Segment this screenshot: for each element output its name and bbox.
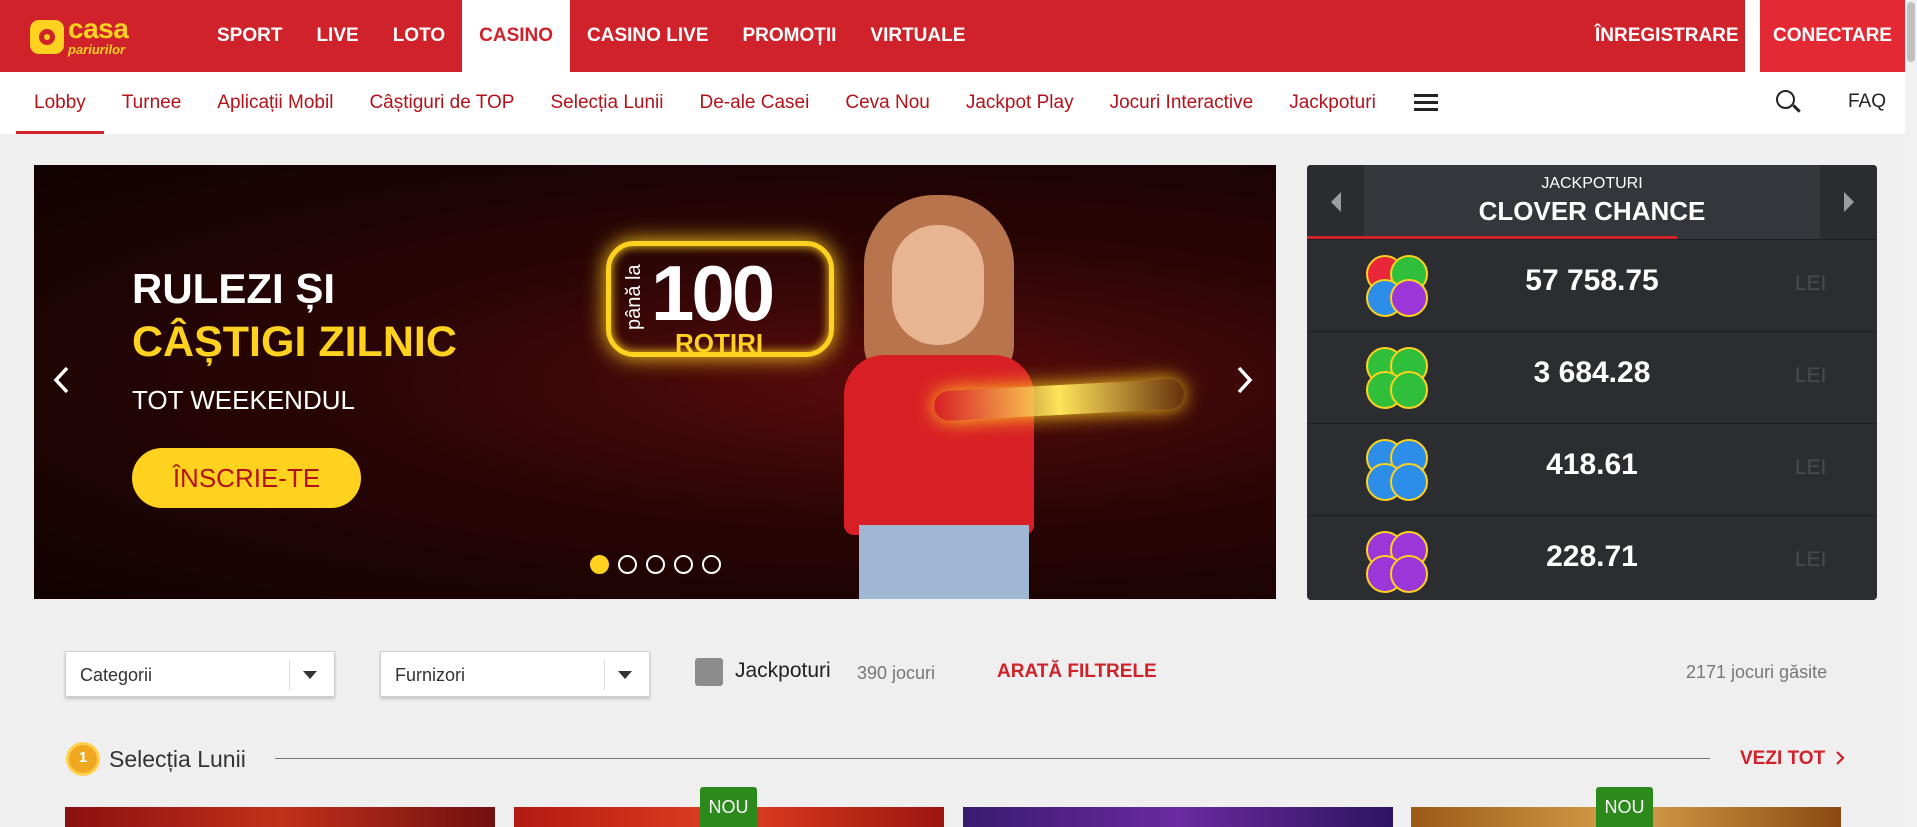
games-found-count: 2171 jocuri găsite: [1686, 662, 1828, 682]
jackpot-currency: LEI: [1795, 548, 1827, 571]
categories-value: Categorii: [80, 665, 153, 685]
new-badge: NOU: [700, 787, 757, 827]
topbar-divider: [1745, 0, 1760, 72]
jackpot-amount: 3 684.28: [1533, 356, 1651, 389]
promo-number: 100: [651, 249, 775, 337]
signup-button[interactable]: ÎNSCRIE-TE: [132, 448, 361, 508]
top-bar: casa pariurilor SPORT LIVE LOTO CASINO C…: [0, 0, 1905, 72]
categories-dropdown[interactable]: Categorii: [65, 651, 335, 697]
tab-selectia-lunii[interactable]: Selecția Lunii: [532, 72, 681, 134]
tab-jackpoturi[interactable]: Jackpoturi: [1271, 72, 1394, 134]
carousel-dot[interactable]: [590, 555, 609, 574]
hero-title-line1: RULEZI ȘI: [132, 265, 336, 312]
hero-banner[interactable]: RULEZI ȘI CÂȘTIGI ZILNIC TOT WEEKENDUL Î…: [34, 165, 1276, 599]
hero-subtitle: TOT WEEKENDUL: [132, 385, 355, 415]
carousel-dot[interactable]: [618, 555, 637, 574]
providers-dropdown[interactable]: Furnizori: [380, 651, 650, 697]
main-nav: SPORT LIVE LOTO CASINO CASINO LIVE PROMO…: [200, 0, 982, 72]
jackpot-currency: LEI: [1795, 272, 1827, 295]
see-all-link[interactable]: VEZI TOT: [1740, 748, 1846, 770]
jackpot-amount: 57 758.75: [1525, 264, 1659, 297]
logo-subtext: pariurilor: [68, 42, 126, 57]
tab-ceva-nou[interactable]: Ceva Nou: [827, 72, 948, 134]
nav-sport[interactable]: SPORT: [200, 0, 299, 72]
logo-icon: [30, 20, 64, 54]
nav-live[interactable]: LIVE: [299, 0, 375, 72]
register-button[interactable]: ÎNREGISTRARE: [1595, 0, 1739, 72]
jackpot-amount: 228.71: [1546, 540, 1638, 573]
nav-loto[interactable]: LOTO: [376, 0, 462, 72]
nav-casino-live[interactable]: CASINO LIVE: [570, 0, 725, 72]
jackpot-checkbox-label[interactable]: Jackpoturi: [735, 659, 831, 683]
caret-down-icon: [303, 671, 317, 679]
jackpot-title: CLOVER CHANCE: [1478, 196, 1706, 226]
nav-virtuale[interactable]: VIRTUALE: [853, 0, 982, 72]
medal-icon: 1: [66, 742, 100, 776]
jackpot-row: 228.71 LEI: [1307, 515, 1877, 600]
carousel-dot[interactable]: [702, 555, 721, 574]
carousel-dot[interactable]: [674, 555, 693, 574]
chevron-right-icon[interactable]: [1234, 365, 1254, 395]
providers-value: Furnizori: [395, 665, 466, 685]
tab-jocuri-interactive[interactable]: Jocuri Interactive: [1092, 72, 1272, 134]
scrollbar[interactable]: [1905, 0, 1917, 827]
show-filters-button[interactable]: ARATĂ FILTRELE: [997, 661, 1157, 683]
promo-badge: până la 100 ROTIRI: [606, 241, 834, 358]
section-divider: [275, 758, 1710, 759]
logo[interactable]: casa pariurilor: [30, 13, 150, 57]
jackpot-currency: LEI: [1795, 364, 1827, 387]
login-button[interactable]: CONECTARE: [1760, 0, 1905, 72]
carousel-dots: [590, 555, 721, 574]
faq-link[interactable]: FAQ: [1848, 91, 1886, 113]
game-tile[interactable]: [963, 807, 1393, 827]
section-title: Selecția Lunii: [109, 746, 246, 772]
jackpot-amount: 418.61: [1546, 448, 1638, 481]
tab-turnee[interactable]: Turnee: [104, 72, 200, 134]
scrollbar-thumb[interactable]: [1907, 2, 1915, 62]
jackpot-row: 3 684.28 LEI: [1307, 331, 1877, 423]
new-badge: NOU: [1596, 787, 1653, 827]
hamburger-icon[interactable]: [1413, 94, 1438, 112]
caret-down-icon: [618, 671, 632, 679]
tab-de-ale-casei[interactable]: De-ale Casei: [682, 72, 828, 134]
jackpot-count: 390 jocuri: [857, 663, 936, 683]
jackpot-header: JACKPOTURI CLOVER CHANCE: [1307, 165, 1877, 239]
promo-prefix: până la: [623, 264, 645, 330]
jackpot-label: JACKPOTURI: [1541, 175, 1643, 192]
nav-promotii[interactable]: PROMOȚII: [725, 0, 853, 72]
nav-casino[interactable]: CASINO: [462, 0, 571, 72]
casino-subnav: Lobby Turnee Aplicații Mobil Câștiguri d…: [0, 72, 1905, 134]
see-all-label: VEZI TOT: [1740, 748, 1826, 769]
jackpot-currency: LEI: [1795, 456, 1827, 479]
chevron-left-icon[interactable]: [52, 365, 72, 395]
jackpot-checkbox[interactable]: [695, 658, 723, 686]
jackpot-widget: JACKPOTURI CLOVER CHANCE 57 758.75 LEI 3…: [1307, 165, 1877, 600]
jackpot-row: 418.61 LEI: [1307, 423, 1877, 515]
tab-jackpot-play[interactable]: Jackpot Play: [948, 72, 1092, 134]
tab-aplicatii-mobil[interactable]: Aplicații Mobil: [199, 72, 351, 134]
tab-lobby[interactable]: Lobby: [16, 72, 104, 134]
hero-title-line2: CÂȘTIGI ZILNIC: [132, 318, 457, 366]
search-icon[interactable]: [1776, 90, 1801, 114]
jackpot-next-icon[interactable]: [1820, 165, 1877, 239]
jackpot-prev-icon[interactable]: [1307, 165, 1364, 239]
game-tile[interactable]: [65, 807, 495, 827]
tab-castiguri-top[interactable]: Câștiguri de TOP: [351, 72, 532, 134]
carousel-dot[interactable]: [646, 555, 665, 574]
jackpot-row: 57 758.75 LEI: [1307, 239, 1877, 331]
chevron-right-icon: [1836, 751, 1846, 765]
promo-unit: ROTIRI: [675, 328, 764, 358]
logo-text: casa: [68, 13, 129, 44]
